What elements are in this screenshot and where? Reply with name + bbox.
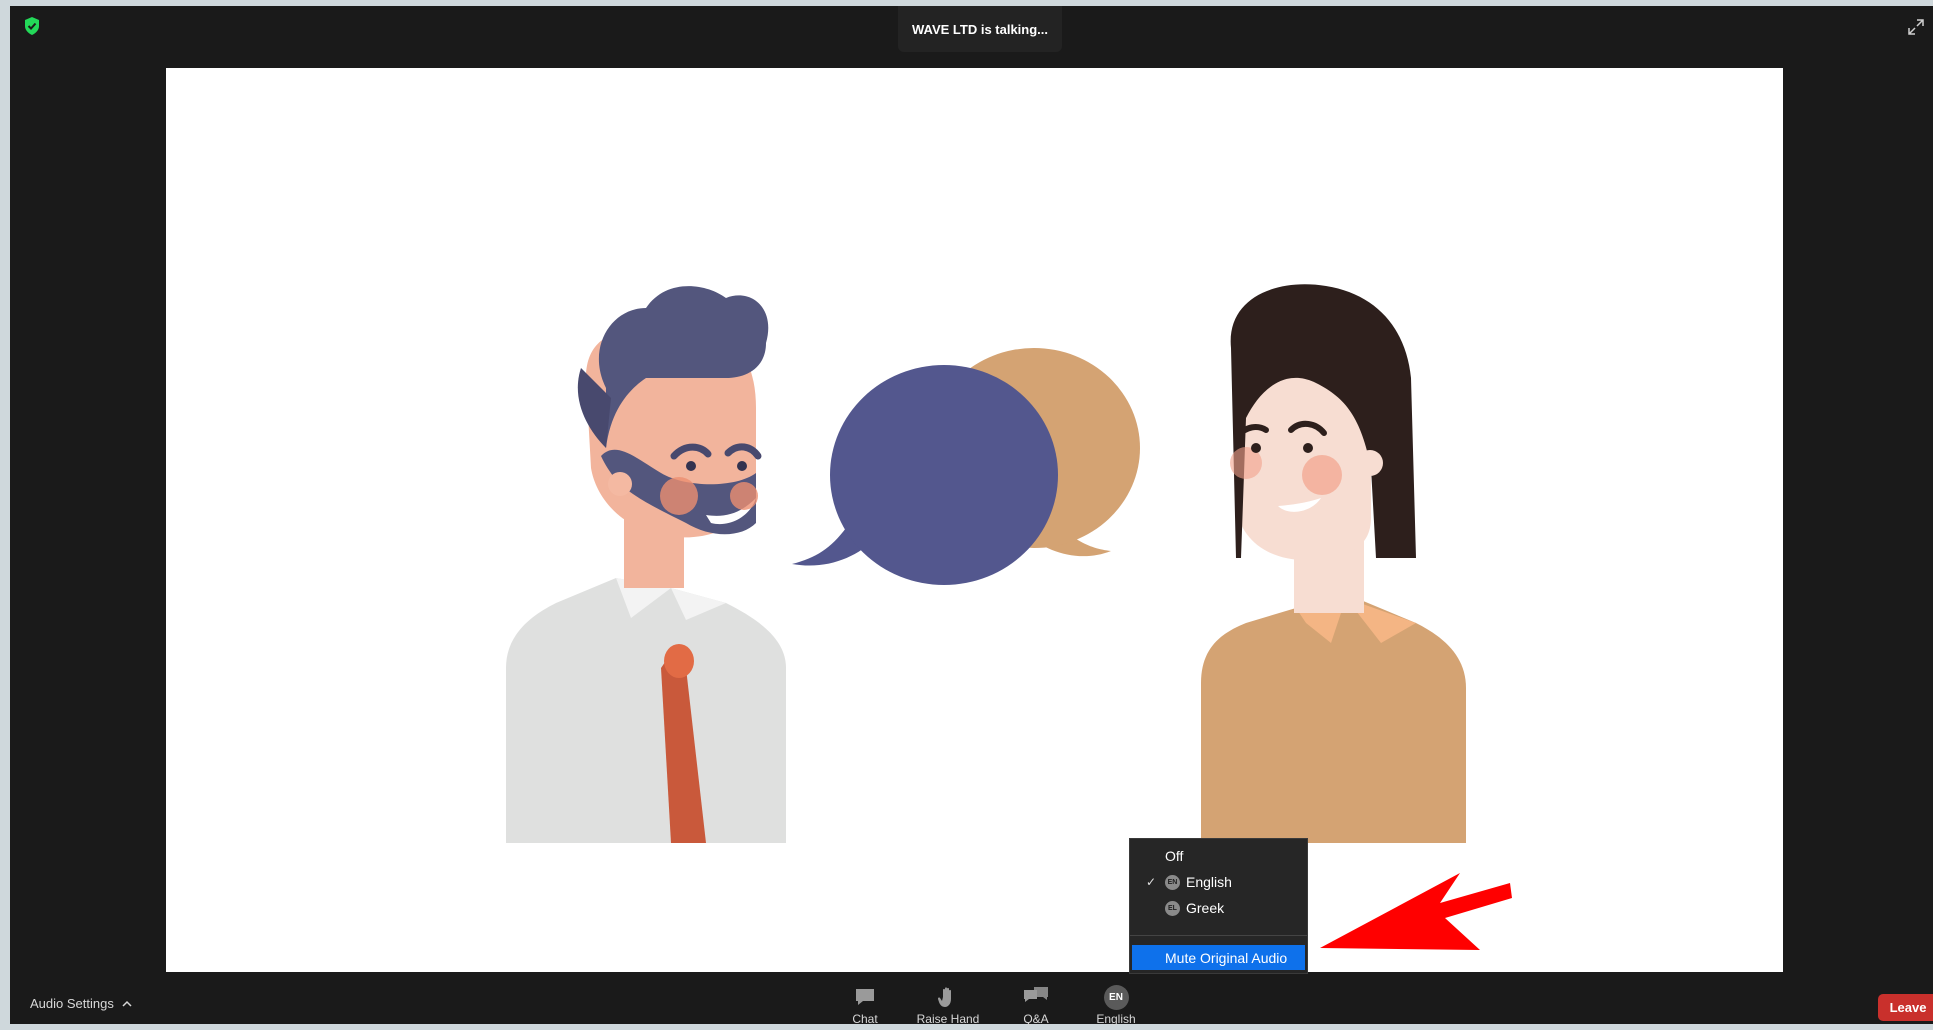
menu-item-label: English: [1186, 874, 1232, 890]
woman-illustration: [1201, 284, 1466, 843]
menu-item-english[interactable]: ✓ EN English: [1130, 870, 1307, 894]
interpretation-language-menu: Off ✓ EN English EL Greek Mute Original …: [1129, 838, 1308, 974]
check-icon: ✓: [1146, 875, 1157, 889]
meeting-window: WAVE LTD is talking... Off ✓ EN English …: [10, 6, 1933, 1026]
speech-bubbles-illustration: [792, 348, 1140, 585]
expand-icon[interactable]: [1907, 18, 1925, 36]
man-illustration: [506, 286, 786, 843]
active-speaker-banner: WAVE LTD is talking...: [898, 6, 1062, 52]
mute-original-audio-label: Mute Original Audio: [1165, 949, 1288, 966]
qa-button[interactable]: Q&A: [1011, 982, 1061, 1030]
menu-item-label: Greek: [1186, 900, 1225, 916]
menu-divider: [1130, 935, 1307, 936]
shared-illustration: [506, 284, 1466, 843]
language-badge: EL: [1165, 900, 1180, 916]
raise-hand-icon: [938, 987, 951, 1007]
language-badge: EN: [1165, 874, 1180, 890]
qa-icon: [1024, 987, 1048, 1002]
red-arrow-icon: [1320, 873, 1512, 950]
language-interpretation-button[interactable]: EN English: [1086, 982, 1146, 1030]
raise-hand-button[interactable]: Raise Hand: [908, 982, 988, 1030]
talking-text: WAVE LTD is talking...: [911, 21, 1049, 37]
chevron-up-icon[interactable]: [122, 1000, 132, 1008]
chat-icon: [856, 989, 874, 1005]
chat-button[interactable]: Chat: [840, 982, 890, 1030]
audio-settings-label: Audio Settings: [30, 996, 114, 1011]
shared-screen: [166, 68, 1783, 972]
shield-icon[interactable]: [23, 16, 41, 36]
menu-item-greek[interactable]: EL Greek: [1130, 896, 1307, 920]
leave-button[interactable]: Leave: [1878, 994, 1933, 1021]
menu-item-off[interactable]: Off: [1130, 844, 1307, 868]
menu-item-label: Off: [1165, 848, 1184, 864]
audio-settings-button[interactable]: Audio Settings: [30, 996, 132, 1011]
mute-original-audio-button[interactable]: Mute Original Audio: [1132, 945, 1305, 970]
language-badge: EN: [1103, 984, 1129, 1010]
